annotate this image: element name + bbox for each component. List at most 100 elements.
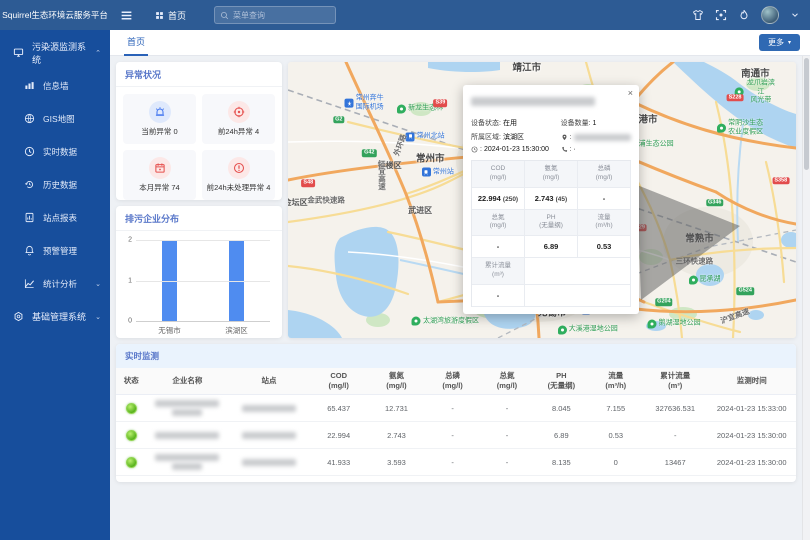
table-cell: 327636.531 (643, 404, 708, 413)
table-cell: 2024-01-23 15:30:00 (708, 431, 796, 440)
menu-search-input[interactable] (233, 11, 330, 20)
hamburger-icon[interactable] (120, 9, 133, 22)
popup-info-item: : 2024-01-23 15:30:00 (471, 146, 561, 153)
sidebar-item-label: 实时数据 (43, 146, 77, 158)
map[interactable]: 靖江市南通市张家港市常州市无锡市常熟市钟楼区武进区金坛区滨湖区常州奔牛 国际机场… (288, 62, 796, 338)
redacted-text (574, 134, 631, 141)
search-icon (220, 11, 229, 20)
metric-empty-cell (525, 285, 631, 307)
table-cell: - (480, 404, 534, 413)
avatar[interactable] (761, 6, 779, 24)
tab-home[interactable]: 首页 (124, 30, 148, 56)
table-cell: 6.89 (534, 431, 588, 440)
metric-header: PH(无量纲) (525, 210, 578, 237)
column-header: 状态 (116, 368, 147, 394)
realtime-monitor-panel: 实时监测 状态企业名称站点COD(mg/l)氨氮(mg/l)总磷(mg/l)总氮… (116, 344, 796, 482)
sidebar-item-label: 预警管理 (43, 245, 77, 257)
more-button[interactable]: 更多 ▾ (759, 34, 800, 51)
stat-label: 本月异常 74 (139, 182, 179, 193)
table-cell: 2.743 (368, 431, 426, 440)
table-cell: 13467 (643, 458, 708, 467)
topbar: Squirrel生态环境云服务平台 首页 (0, 0, 810, 30)
sidebar: 污染源监测系统 ⌃ 信息墙 GIS地图实时数据历史数据站点报表预警管理统计分析⌄基础管… (0, 30, 110, 540)
sidebar-item-label: 污染源监测系统 (32, 40, 87, 66)
sidebar-item-basic-management-system[interactable]: 基础管理系统⌄ (0, 300, 110, 333)
company-name-redacted (147, 432, 229, 439)
column-header: COD(mg/l) (310, 368, 368, 394)
popup-info-item: 设备状态: 在用 (471, 118, 561, 128)
table-cell: 8.135 (534, 458, 588, 467)
sidebar-item-pollution-monitor-system[interactable]: 污染源监测系统 ⌃ (0, 36, 110, 69)
column-header: PH(无量纲) (534, 368, 588, 394)
metric-value: 22.994 (250) (472, 188, 525, 210)
more-button-label: 更多 (768, 37, 784, 48)
stat-card[interactable]: 前24h未处理异常 4 (202, 150, 275, 200)
table-cell: 7.155 (589, 404, 643, 413)
settings-icon (13, 311, 24, 322)
sidebar-item-alert-management[interactable]: 预警管理 (0, 234, 110, 267)
redacted-text (172, 463, 202, 470)
table-cell: 65.437 (310, 404, 368, 413)
sidebar-item-station-report[interactable]: 站点报表 (0, 201, 110, 234)
table-cell: - (425, 431, 479, 440)
grid-icon (155, 11, 164, 20)
chevron-down-icon: ▾ (788, 39, 791, 46)
sidebar-item-info-wall[interactable]: 信息墙 (0, 69, 110, 102)
stat-label: 前24h异常 4 (218, 126, 259, 137)
clock-icon (24, 146, 35, 157)
flame-icon[interactable] (738, 9, 750, 21)
topbar-actions (692, 6, 810, 24)
target-icon (228, 101, 250, 123)
stat-card[interactable]: 前24h异常 4 (202, 94, 275, 144)
table-cell: - (480, 431, 534, 440)
sidebar-item-gis-map[interactable]: GIS地图 (0, 102, 110, 135)
metric-value: 6.89 (525, 236, 578, 258)
chevron-down-icon[interactable] (790, 10, 800, 20)
redacted-text (242, 459, 296, 466)
column-header: 总磷(mg/l) (425, 368, 479, 394)
x-tick: 滨湖区 (225, 325, 248, 336)
table-row[interactable]: 65.43712.731--8.0457.155327636.5312024-0… (116, 395, 796, 422)
monitor-icon (13, 47, 24, 58)
sidebar-item-history-data[interactable]: 历史数据 (0, 168, 110, 201)
redacted-text (155, 400, 219, 407)
page-scrollbar[interactable] (802, 56, 810, 540)
column-header: 企业名称 (147, 368, 229, 394)
popup-info-item: 所属区域: 滨湖区 (471, 132, 561, 142)
calendar-icon (149, 157, 171, 179)
y-tick: 1 (128, 277, 132, 284)
close-icon[interactable]: × (628, 88, 633, 98)
table-row[interactable]: 41.9333.593--8.1350134672024-01-23 15:30… (116, 449, 796, 476)
metric-value: - (472, 236, 525, 258)
stat-card[interactable]: 当前异常 0 (123, 94, 196, 144)
sidebar-item-label: GIS地图 (43, 113, 75, 125)
table-cell: - (643, 431, 708, 440)
fullscreen-icon[interactable] (715, 9, 727, 21)
metric-header: COD(mg/l) (472, 161, 525, 188)
sidebar-item-realtime-data[interactable]: 实时数据 (0, 135, 110, 168)
content: 异常状况 当前异常 0前24h异常 4本月异常 74前24h未处理异常 4 排污… (110, 56, 810, 540)
scrollbar-thumb[interactable] (804, 58, 809, 170)
gridline (136, 321, 270, 322)
sidebar-item-statistics-analysis[interactable]: 统计分析⌄ (0, 267, 110, 300)
table-row[interactable]: 22.9942.743--6.890.53-2024-01-23 15:30:0… (116, 422, 796, 449)
sidebar-item-label: 历史数据 (43, 179, 77, 191)
metric-value: 2.743 (45) (525, 188, 578, 210)
menu-search[interactable] (214, 6, 336, 24)
tabbar: 首页 更多 ▾ (110, 30, 810, 56)
abnormal-panel-title: 异常状况 (116, 62, 282, 87)
main-area: 首页 更多 ▾ 异常状况 当前异常 0 前24h异常 4 本月异常 74 前24h未处理… (110, 30, 810, 540)
metric-header: 累计流量(m³) (472, 258, 525, 285)
metric-value: - (578, 188, 631, 210)
company-name-redacted (147, 454, 229, 470)
table-cell: - (480, 458, 534, 467)
stat-label: 前24h未处理异常 4 (207, 182, 271, 193)
column-header: 总氮(mg/l) (480, 368, 534, 394)
chevron-up-icon: ⌃ (95, 49, 101, 57)
theme-icon[interactable] (692, 9, 704, 21)
topbar-home-link[interactable]: 首页 (155, 9, 186, 22)
table-cell: 22.994 (310, 431, 368, 440)
infowall-icon (24, 80, 35, 91)
stat-card[interactable]: 本月异常 74 (123, 150, 196, 200)
report-icon (24, 212, 35, 223)
